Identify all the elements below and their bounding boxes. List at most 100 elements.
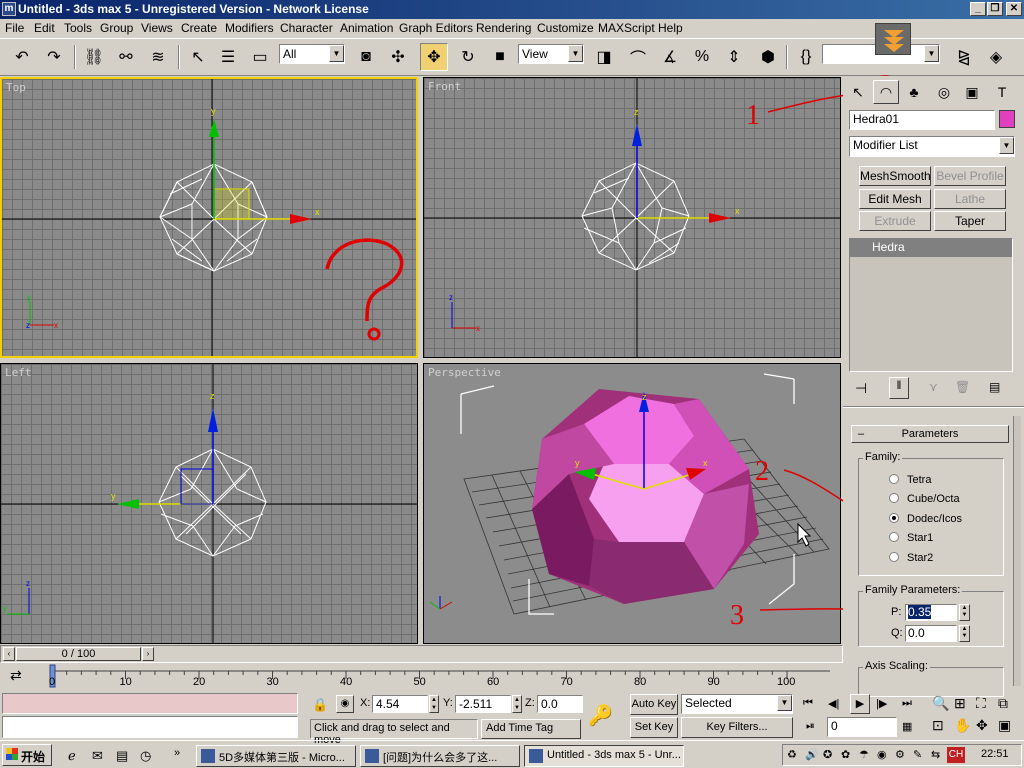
motion-tab-icon[interactable]: ◎ bbox=[931, 80, 957, 104]
snaps-toggle-icon[interactable]: ⌒ bbox=[624, 43, 652, 71]
menu-views[interactable]: Views bbox=[141, 21, 173, 35]
go-to-end-icon[interactable]: ⏭ bbox=[902, 697, 912, 710]
remove-modifier-icon[interactable]: 🗑 bbox=[955, 380, 970, 394]
modifier-stack[interactable]: Hedra bbox=[849, 238, 1013, 372]
select-by-name-icon[interactable]: ☰ bbox=[214, 43, 242, 71]
previous-frame-icon[interactable]: ◀| bbox=[828, 697, 839, 710]
z-axis-arrow-icon[interactable] bbox=[632, 124, 642, 146]
z-coord-field[interactable]: 0.0 bbox=[537, 695, 583, 713]
time-slider-track[interactable]: ‹ 0 / 100 › bbox=[0, 645, 843, 663]
arc-rotate-icon[interactable]: ✥ bbox=[976, 717, 988, 734]
modify-tab-icon[interactable]: ◠ bbox=[873, 80, 899, 104]
next-frame-icon[interactable]: |▶ bbox=[876, 697, 887, 710]
key-mode-toggle-icon[interactable]: ⏯ bbox=[806, 720, 815, 733]
track-bar[interactable]: ⇄ 0 10 20 30 40 50 60 70 80 90 100 bbox=[0, 663, 843, 690]
menu-character[interactable]: Character bbox=[280, 21, 333, 35]
y-axis-arrow-icon[interactable] bbox=[209, 119, 219, 137]
taskbar-item[interactable]: 5D多媒体第三版 - Micro... bbox=[196, 745, 356, 767]
radio-star1[interactable]: Star1 bbox=[889, 532, 933, 544]
menu-create[interactable]: Create bbox=[181, 21, 217, 35]
bevel-profile-button[interactable]: Bevel Profile bbox=[934, 166, 1006, 186]
menu-customize[interactable]: Customize bbox=[537, 21, 594, 35]
region-zoom-icon[interactable]: ⊡ bbox=[932, 717, 944, 734]
media-player-icon[interactable]: ◷ bbox=[140, 748, 151, 764]
select-and-manipulate-icon[interactable]: ✣ bbox=[384, 43, 412, 71]
extrude-button[interactable]: Extrude bbox=[859, 211, 931, 231]
viewport-front[interactable]: Front x z x z bbox=[423, 77, 841, 358]
q-spinner-field[interactable]: 0.0 bbox=[905, 625, 957, 642]
p-spinner-field[interactable]: 0.35 bbox=[905, 604, 957, 621]
make-unique-icon[interactable]: ⋎ bbox=[929, 380, 938, 394]
3ds-max-icon[interactable]: m bbox=[2, 2, 16, 16]
menu-graph-editors[interactable]: Graph Editors bbox=[399, 21, 473, 35]
tray-app-icon[interactable]: ✎ bbox=[913, 748, 922, 761]
set-keys-key-icon[interactable]: 🔑 bbox=[588, 703, 613, 728]
tray-app-icon[interactable]: ✪ bbox=[823, 748, 832, 761]
tray-app-icon[interactable]: ☂ bbox=[859, 748, 869, 761]
menu-rendering[interactable]: Rendering bbox=[476, 21, 531, 35]
modifier-list-dropdown[interactable]: Modifier List ▼ bbox=[849, 136, 1015, 157]
auto-key-button[interactable]: Auto Key bbox=[630, 694, 678, 715]
volume-icon[interactable]: 🔊 bbox=[805, 748, 819, 761]
selection-lock-icon[interactable]: 🔒 bbox=[312, 697, 328, 713]
spinner-snap-toggle-icon[interactable]: ⇕ bbox=[720, 43, 748, 71]
menu-animation[interactable]: Animation bbox=[340, 21, 393, 35]
object-color-swatch[interactable] bbox=[999, 110, 1015, 128]
reference-coordinate-dropdown[interactable]: View ▼ bbox=[518, 44, 584, 64]
mirror-icon[interactable]: ⧎ bbox=[950, 43, 978, 71]
close-button[interactable]: ✕ bbox=[1006, 2, 1022, 16]
menu-modifiers[interactable]: Modifiers bbox=[225, 21, 274, 35]
taper-button[interactable]: Taper bbox=[934, 211, 1006, 231]
unlink-selection-icon[interactable]: ⚯ bbox=[112, 43, 140, 71]
selection-filter-dropdown[interactable]: All ▼ bbox=[279, 44, 345, 64]
z-axis-arrow-icon[interactable] bbox=[208, 408, 218, 432]
taskbar-item-active[interactable]: Untitled - 3ds max 5 - Unr... bbox=[524, 745, 684, 767]
tray-app-icon[interactable]: ✿ bbox=[841, 748, 850, 761]
menu-help[interactable]: Help bbox=[658, 21, 683, 35]
radio-dodec-icos[interactable]: Dodec/Icos bbox=[889, 513, 962, 525]
select-and-scale-icon[interactable]: ■ bbox=[486, 43, 514, 71]
x-spinner-arrows-icon[interactable]: ▲ ▼ bbox=[429, 695, 439, 713]
time-configuration-icon[interactable]: ▦ bbox=[902, 720, 912, 733]
edit-named-selection-icon[interactable]: ⬢ bbox=[754, 43, 782, 71]
y-coord-field[interactable]: -2.511 bbox=[455, 695, 511, 713]
utilities-tab-icon[interactable]: T bbox=[989, 80, 1015, 104]
maxscript-input-mini[interactable] bbox=[2, 716, 298, 738]
taskbar-item[interactable]: [问题]为什么会多了这... bbox=[360, 745, 520, 767]
show-end-result-icon[interactable]: ‖ bbox=[889, 377, 909, 399]
create-tab-icon[interactable]: ↖ bbox=[845, 80, 871, 104]
viewport-left[interactable]: Left y z z y bbox=[0, 363, 418, 644]
language-indicator[interactable]: CH bbox=[947, 747, 965, 763]
tray-app-icon[interactable]: ⚙ bbox=[895, 748, 905, 761]
use-pivot-point-center-icon[interactable]: ◨ bbox=[590, 43, 618, 71]
outlook-express-icon[interactable]: ✉ bbox=[92, 748, 103, 764]
edit-mesh-button[interactable]: Edit Mesh bbox=[859, 189, 931, 209]
q-spinner-arrows-icon[interactable]: ▲ ▼ bbox=[959, 625, 970, 642]
hierarchy-tab-icon[interactable]: ♣ bbox=[901, 80, 927, 104]
key-mode-dropdown[interactable]: Selected ▼ bbox=[681, 694, 793, 714]
maxscript-listener-mini[interactable] bbox=[2, 693, 298, 714]
select-object-icon[interactable]: ↖ bbox=[184, 43, 212, 71]
parameters-rollout-header[interactable]: – Parameters bbox=[851, 425, 1009, 443]
rectangular-selection-icon[interactable]: ▭ bbox=[246, 43, 274, 71]
y-axis-arrow-icon[interactable] bbox=[117, 499, 139, 509]
title-bar[interactable]: m Untitled - 3ds max 5 - Unregistered Ve… bbox=[0, 0, 1024, 19]
p-spinner-arrows-icon[interactable]: ▲ ▼ bbox=[959, 604, 970, 621]
network-icon[interactable]: ⇆ bbox=[931, 748, 940, 761]
stack-item-hedra[interactable]: Hedra bbox=[850, 239, 1012, 257]
radio-cube-octa[interactable]: Cube/Octa bbox=[889, 493, 960, 505]
window-crossing-icon[interactable]: ◙ bbox=[352, 43, 380, 71]
select-and-rotate-icon[interactable]: ↻ bbox=[454, 43, 482, 71]
absolute-mode-transform-icon[interactable]: ◉ bbox=[336, 695, 354, 713]
x-coord-field[interactable]: 4.54 bbox=[372, 695, 428, 713]
viewport-top[interactable]: Top x y x y z bbox=[0, 77, 418, 358]
restore-button[interactable]: ❐ bbox=[987, 2, 1003, 16]
undo-icon[interactable]: ↶ bbox=[8, 43, 36, 71]
zoom-icon[interactable]: 🔍 bbox=[932, 695, 949, 712]
hedra-object[interactable] bbox=[532, 389, 759, 604]
key-filters-button[interactable]: Key Filters... bbox=[681, 717, 793, 738]
menu-maxscript[interactable]: MAXScript bbox=[598, 21, 655, 35]
show-desktop-icon[interactable]: ▤ bbox=[116, 748, 128, 764]
select-and-link-icon[interactable]: ⛓ bbox=[80, 43, 108, 71]
zoom-extents-icon[interactable]: ⛶ bbox=[976, 695, 986, 712]
